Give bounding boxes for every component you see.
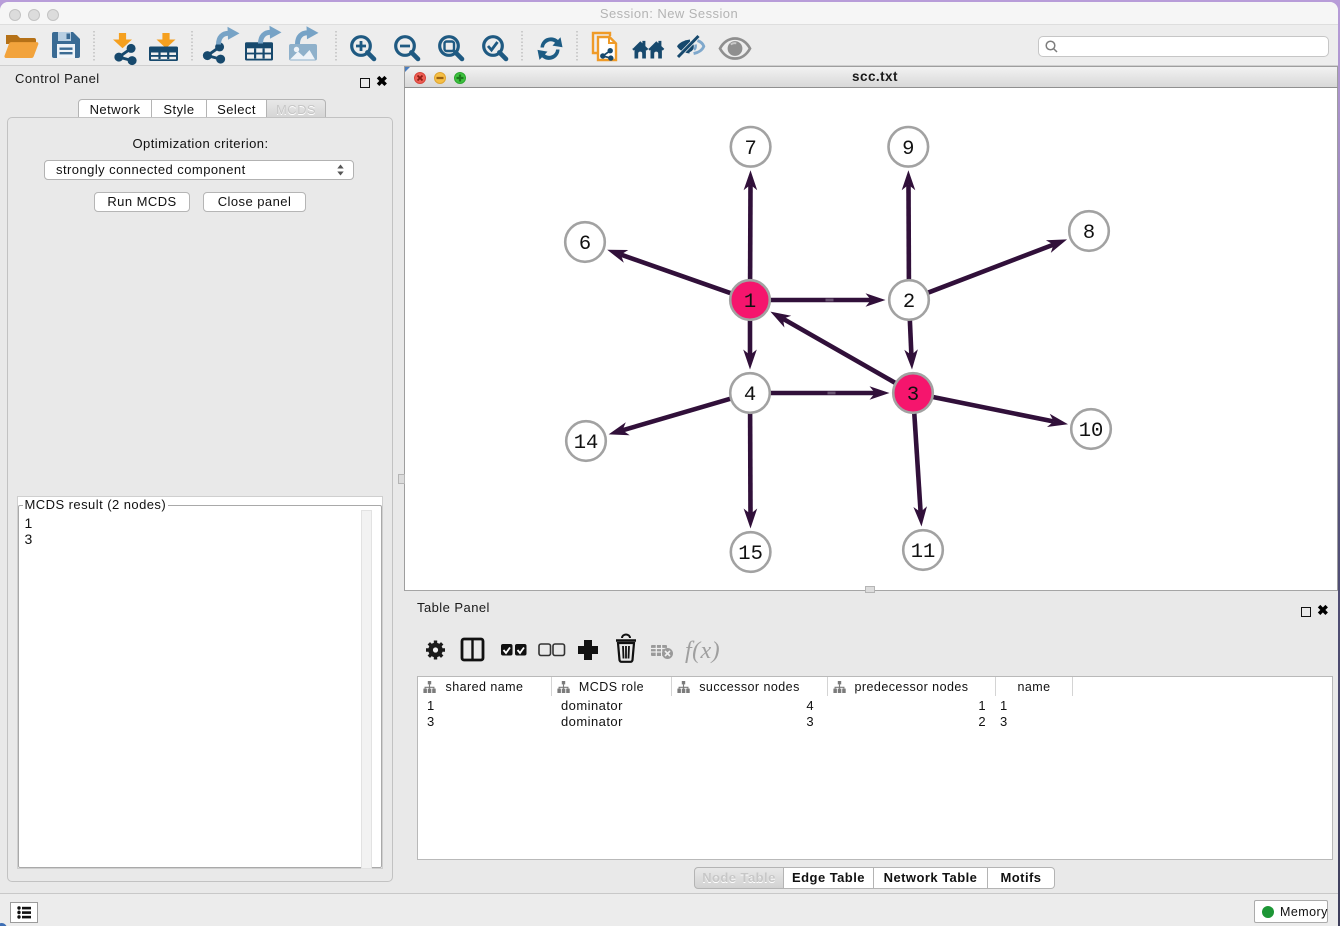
svg-text:14: 14: [574, 432, 599, 455]
svg-text:1: 1: [744, 291, 756, 314]
svg-text:15: 15: [738, 543, 763, 566]
svg-text:7: 7: [744, 138, 756, 161]
svg-text:6: 6: [579, 233, 591, 256]
svg-text:9: 9: [902, 138, 914, 161]
svg-text:4: 4: [744, 384, 756, 407]
svg-text:f(x): f(x): [685, 638, 720, 664]
svg-text:8: 8: [1083, 222, 1095, 245]
svg-text:3: 3: [907, 384, 919, 407]
svg-text:10: 10: [1079, 420, 1104, 443]
svg-text:2: 2: [903, 291, 915, 314]
svg-text:11: 11: [911, 541, 936, 564]
